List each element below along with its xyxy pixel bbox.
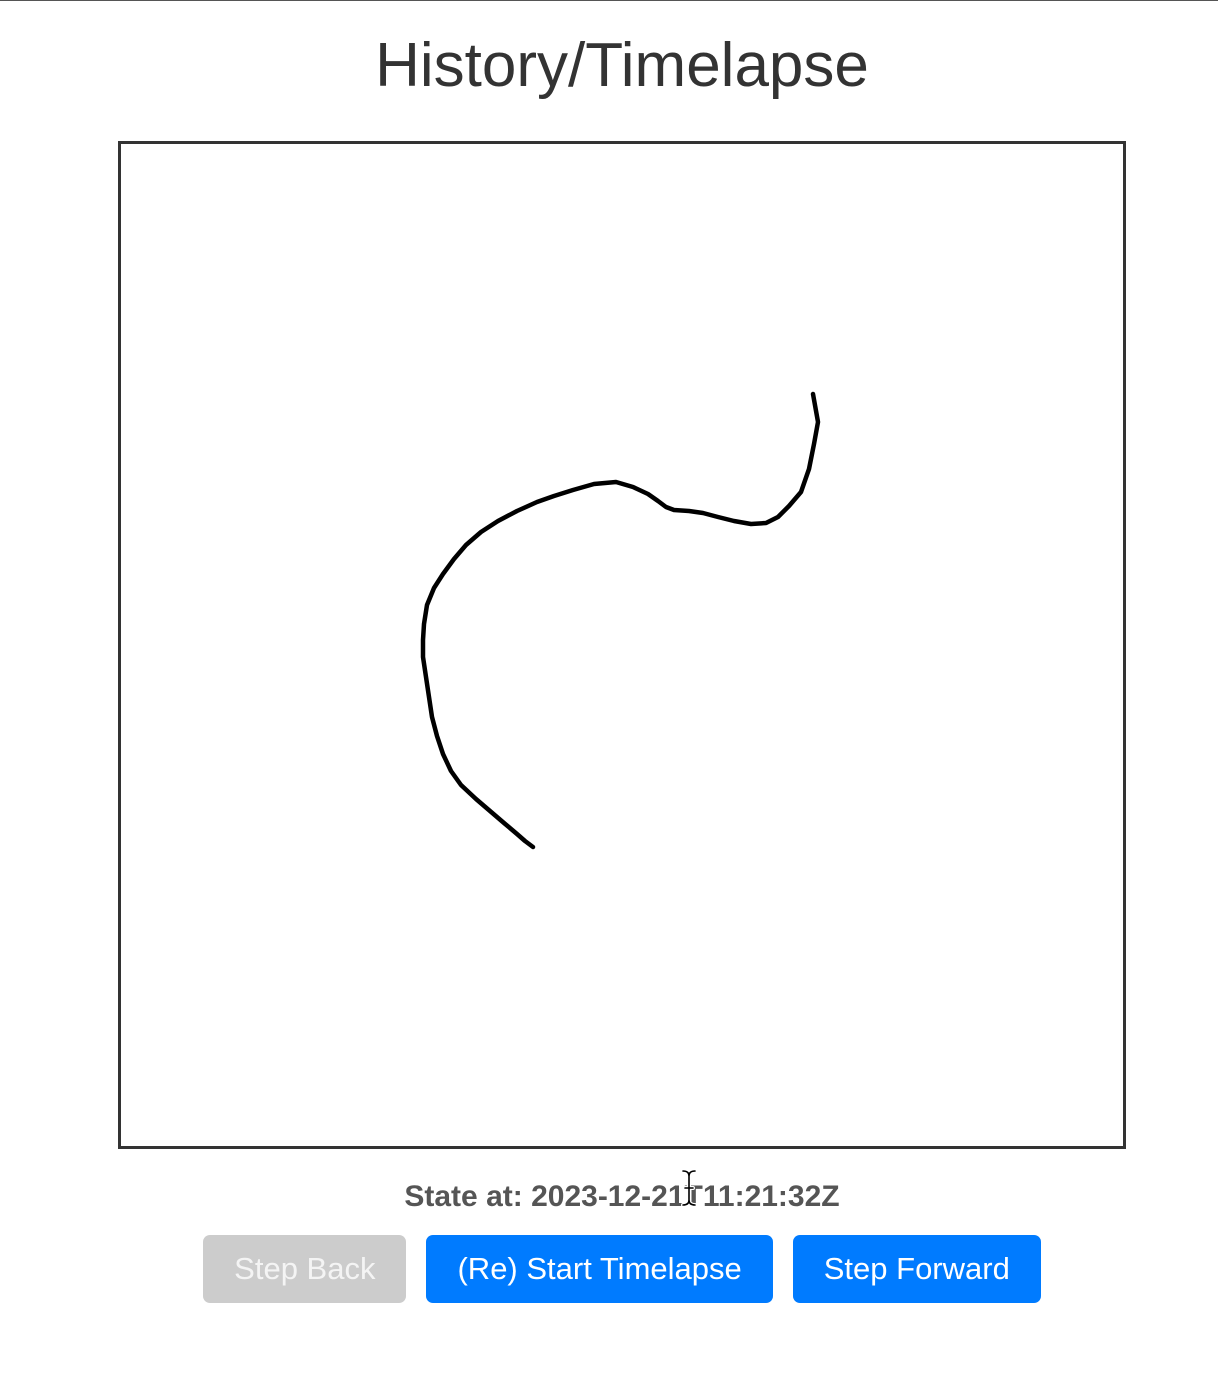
text-cursor-icon: [681, 1169, 697, 1207]
drawing-canvas[interactable]: [118, 141, 1126, 1149]
restart-timelapse-button[interactable]: (Re) Start Timelapse: [426, 1235, 773, 1303]
step-forward-button[interactable]: Step Forward: [792, 1235, 1041, 1303]
state-label: State at:: [404, 1180, 523, 1213]
state-timestamp-line: State at: 2023-12-21T11:21:32Z: [0, 1178, 1218, 1216]
top-divider: [0, 0, 1218, 1]
drawn-stroke: [420, 391, 821, 850]
step-back-button[interactable]: Step Back: [203, 1235, 407, 1303]
drawing-surface: [420, 391, 821, 850]
timelapse-controls: Step Back (Re) Start Timelapse Step Forw…: [0, 1235, 1218, 1303]
page-title: History/Timelapse: [375, 31, 869, 100]
